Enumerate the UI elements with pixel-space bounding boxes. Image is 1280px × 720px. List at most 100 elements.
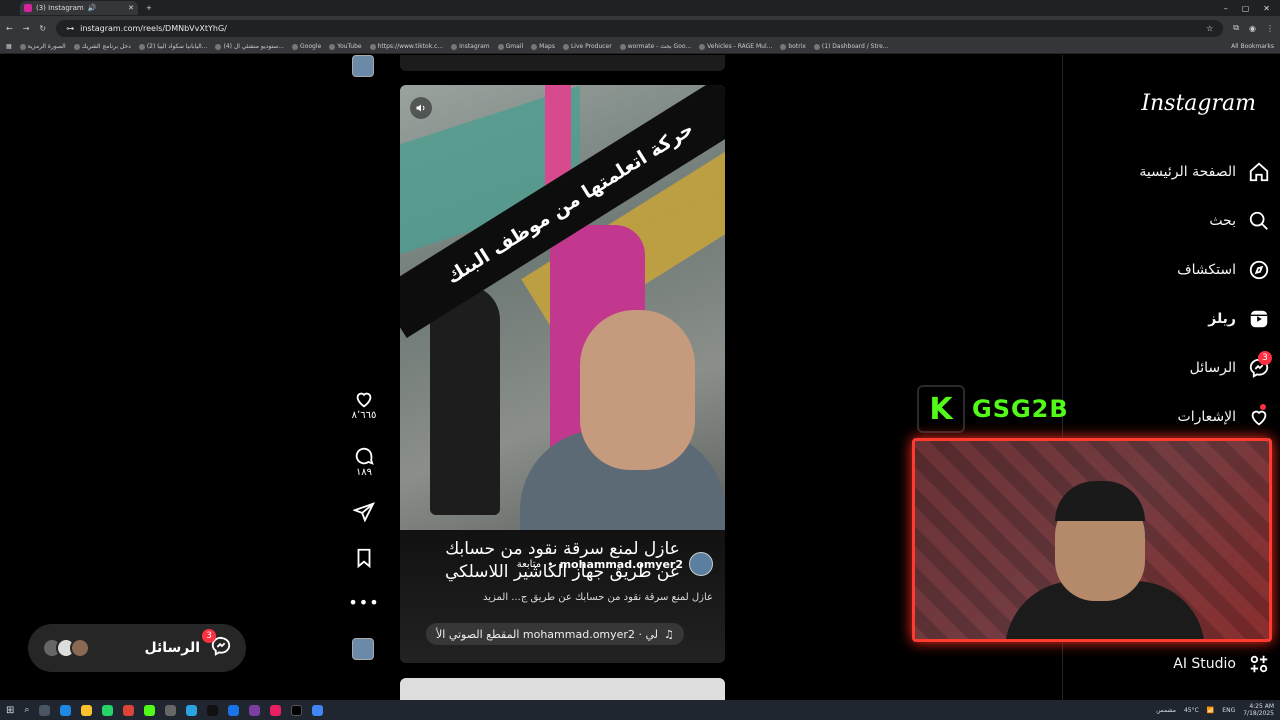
heart-icon — [1251, 410, 1267, 426]
bookmark-item[interactable]: (2) اليابانيا سكواد اليبا... — [138, 43, 207, 50]
language-indicator[interactable]: ENG — [1222, 707, 1235, 714]
nav-home-label: الصفحة الرئيسية — [1139, 164, 1236, 180]
share-action[interactable] — [348, 501, 380, 523]
extensions-icon[interactable]: ⧉ — [1233, 23, 1239, 33]
bookmark-item[interactable]: (4) ستوديو منشئي ال... — [215, 43, 284, 50]
taskbar-app-icon[interactable] — [186, 704, 198, 716]
floating-messages-button[interactable]: الرسائل 3 — [28, 624, 246, 672]
bookmark-item[interactable]: https://www.tiktok.c... — [369, 43, 443, 50]
taskbar-app-icon[interactable] — [165, 704, 177, 716]
nav-reels[interactable]: ريلز — [1100, 304, 1270, 334]
wifi-icon[interactable]: 📶 — [1207, 707, 1214, 714]
clock[interactable]: 4:25 AM 7/18/2025 — [1243, 703, 1274, 717]
all-bookmarks[interactable]: All Bookmarks — [1231, 43, 1274, 50]
speaker-icon — [416, 104, 425, 112]
bookmark-item[interactable]: دخل برنامج الشريك — [73, 43, 131, 50]
taskbar-app-icon[interactable] — [270, 704, 282, 716]
bookmark-label: Instagram — [459, 43, 490, 50]
reel-description[interactable]: عازل لمنع سرقة نقود من حسابك عن طريق ج..… — [483, 592, 713, 603]
instagram-logo[interactable]: Instagram — [1141, 91, 1256, 116]
instagram-favicon-icon — [24, 4, 32, 12]
maximize-icon[interactable]: ▢ — [1242, 4, 1250, 13]
forward-icon[interactable]: → — [23, 24, 30, 33]
taskbar-search-icon[interactable]: ⌕ — [24, 705, 29, 715]
author-username[interactable]: mohammad.omyer2 — [560, 558, 683, 571]
nav-messages[interactable]: الرسائل 3 — [1100, 351, 1272, 383]
bookmark-item[interactable]: YouTube — [329, 43, 362, 50]
back-icon[interactable]: ← — [6, 24, 13, 33]
nav-explore-label: استكشاف — [1177, 262, 1236, 278]
message-avatar-3 — [70, 638, 90, 658]
nav-ai-studio[interactable]: AI Studio — [1100, 649, 1270, 679]
bookmark-favicon-icon — [292, 43, 299, 50]
taskbar-app-icon[interactable] — [312, 704, 324, 716]
bookmark-item[interactable]: Instagram — [451, 43, 490, 50]
taskbar-app-icon[interactable] — [249, 704, 261, 716]
taskbar-app-icon[interactable] — [102, 704, 114, 716]
taskbar: ⊞ ⌕ مشمس 45°C 📶 ENG 4:25 AM 7/18/2025 — [0, 700, 1280, 720]
more-action[interactable]: ••• — [348, 593, 380, 612]
windows-start-icon[interactable]: ⊞ — [6, 705, 14, 716]
dot-separator: • — [547, 557, 554, 571]
ai-studio-icon — [1250, 655, 1268, 673]
taskbar-app-icon[interactable] — [291, 704, 303, 716]
audio-thumbnail[interactable] — [352, 638, 374, 660]
reels-icon — [1250, 310, 1268, 328]
bookmark-label: دخل برنامج الشريك — [81, 43, 131, 50]
menu-icon[interactable]: ⋮ — [1266, 24, 1274, 33]
reload-icon[interactable]: ↻ — [39, 24, 46, 33]
taskbar-app-icon[interactable] — [81, 704, 93, 716]
bookmark-item[interactable]: wormate - بحث Goo... — [619, 43, 691, 50]
taskbar-app-icon[interactable] — [144, 704, 156, 716]
minimize-icon[interactable]: – — [1224, 4, 1228, 13]
apps-icon[interactable]: ▦ — [6, 43, 12, 50]
reel-author-row: متابعة • mohammad.omyer2 — [517, 552, 713, 576]
save-action[interactable] — [348, 547, 380, 569]
bookmark-item[interactable]: (1) Dashboard / Stre... — [813, 43, 889, 50]
bookmark-favicon-icon — [369, 43, 376, 50]
nav-messages-label: الرسائل — [1189, 360, 1236, 376]
close-window-icon[interactable]: ✕ — [1263, 4, 1270, 13]
taskbar-app-icon[interactable] — [39, 704, 51, 716]
like-action[interactable]: ٨٬٦٦٥ — [348, 388, 380, 421]
site-info-icon[interactable]: ⊶ — [66, 24, 74, 33]
nav-notifications-label: الإشعارات — [1177, 409, 1236, 425]
taskbar-app-icon[interactable] — [123, 704, 135, 716]
bookmark-star-icon[interactable]: ☆ — [1206, 24, 1213, 33]
nav-explore[interactable]: استكشاف — [1100, 255, 1270, 285]
previous-reel[interactable] — [400, 55, 725, 71]
audio-pill[interactable]: ♫ لي · mohammad.omyer2 المقطع الصوتي الأ — [426, 623, 684, 645]
bookmark-item[interactable]: Google — [292, 43, 321, 50]
sound-toggle-button[interactable] — [410, 97, 432, 119]
taskbar-app-icon[interactable] — [207, 704, 219, 716]
url-field[interactable]: ⊶ instagram.com/reels/DMNbVvXtYhG/ ☆ — [56, 19, 1224, 37]
follow-button[interactable]: متابعة — [517, 559, 541, 570]
previous-reel-avatar[interactable] — [352, 55, 374, 77]
comment-count: ١٨٩ — [355, 467, 373, 478]
window-controls: – ▢ ✕ — [1224, 4, 1280, 13]
bookmark-item[interactable]: الصورة الرمزية — [19, 43, 66, 50]
comment-action[interactable]: ١٨٩ — [348, 445, 380, 478]
nav-home[interactable]: الصفحة الرئيسية — [1100, 157, 1270, 187]
bookmark-item[interactable]: Vehicles - RAGE Mul... — [699, 43, 772, 50]
profile-icon[interactable]: ◉ — [1249, 24, 1256, 33]
nav-notifications[interactable]: الإشعارات — [1100, 402, 1270, 432]
bookmark-item[interactable]: Live Producer — [562, 43, 612, 50]
bookmarks-bar: ▦ الصورة الرمزية دخل برنامج الشريك (2) الي… — [0, 40, 1280, 54]
bookmark-favicon-icon — [138, 43, 145, 50]
reel-video[interactable]: حركة اتعلمتها من موظف البنك عازل لمنع سر… — [400, 85, 725, 663]
close-tab-icon[interactable]: ✕ — [128, 4, 134, 12]
like-count: ٨٬٦٦٥ — [351, 410, 377, 421]
taskbar-app-icon[interactable] — [228, 704, 240, 716]
new-tab-icon[interactable]: + — [146, 4, 152, 12]
nav-search[interactable]: بحث — [1100, 206, 1270, 236]
bookmark-item[interactable]: Maps — [531, 43, 555, 50]
bookmark-item[interactable]: botrix — [780, 43, 806, 50]
weather-temp[interactable]: 45°C — [1184, 707, 1199, 714]
author-avatar[interactable] — [689, 552, 713, 576]
bookmark-icon — [357, 548, 371, 569]
taskbar-app-icon[interactable] — [60, 704, 72, 716]
bookmark-item[interactable]: Gmail — [497, 43, 523, 50]
webcam-overlay — [912, 438, 1272, 642]
browser-tab[interactable]: (3) Instagram 🔊 ✕ — [20, 1, 138, 15]
